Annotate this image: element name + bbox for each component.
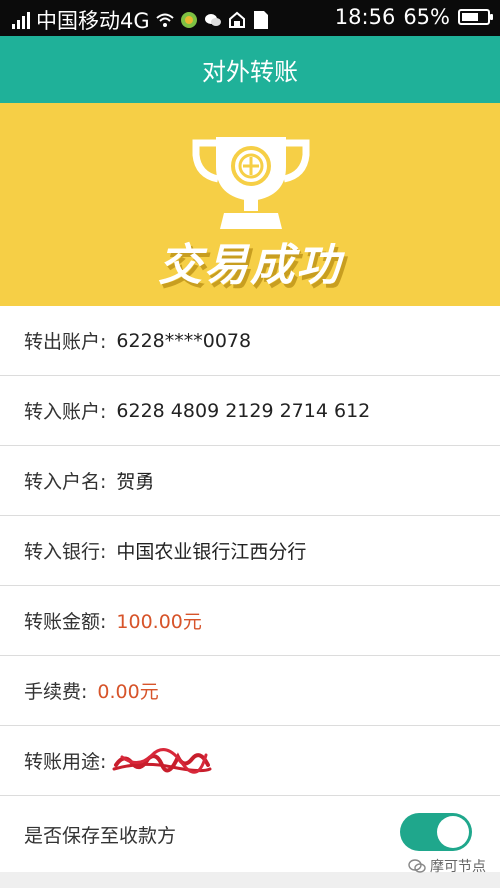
toggle-knob[interactable] (437, 816, 469, 848)
payee-bank-row: 转入银行: 中国农业银行江西分行 (0, 516, 500, 586)
from-account-row: 转出账户: 6228****0078 (0, 306, 500, 376)
fee-label: 手续费: (24, 681, 88, 703)
signal-icon (12, 11, 30, 29)
wechat-icon (204, 11, 222, 29)
wechat-watermark-icon (408, 859, 426, 873)
from-account-label: 转出账户: (24, 331, 107, 353)
save-payee-label: 是否保存至收款方 (24, 824, 177, 847)
sim-card-icon (252, 11, 270, 29)
payee-name-row: 转入户名: 贺勇 (0, 446, 500, 516)
payee-bank-label: 转入银行: (24, 541, 107, 563)
purpose-label: 转账用途: (24, 751, 107, 773)
to-account-row: 转入账户: 6228 4809 2129 2714 612 (0, 376, 500, 446)
trophy-icon (192, 137, 310, 229)
battery-icon (458, 9, 493, 25)
page-title: 对外转账 (202, 58, 298, 86)
save-payee-toggle[interactable] (400, 813, 472, 851)
title-bar: 对外转账 (0, 36, 500, 103)
carrier-text: 中国移动4G (36, 9, 150, 33)
payee-bank-value: 中国农业银行江西分行 (116, 541, 307, 563)
watermark-text: 摩可节点 (430, 859, 486, 875)
payee-name-value: 贺勇 (116, 471, 155, 493)
fee-row: 手续费: 0.00元 (0, 656, 500, 726)
app-notification-icon (180, 11, 198, 29)
purpose-row: 转账用途: (0, 726, 500, 796)
home-icon (228, 11, 246, 29)
amount-label: 转账金额: (24, 611, 107, 633)
watermark: 摩可节点 (408, 856, 486, 876)
transfer-details: 转出账户: 6228****0078 转入账户: 6228 4809 2129 … (0, 306, 500, 872)
to-account-label: 转入账户: (24, 401, 107, 423)
wifi-icon (155, 11, 174, 29)
clock-text: 18:56 (334, 5, 396, 29)
amount-row: 转账金额: 100.00元 (0, 586, 500, 656)
battery-percent-text: 65% (403, 5, 450, 29)
amount-value: 100.00元 (116, 611, 202, 633)
redacted-scribble (112, 747, 212, 774)
payee-name-label: 转入户名: (24, 471, 107, 493)
fee-value: 0.00元 (97, 681, 159, 703)
status-bar: 中国移动4G 18:56 65% (0, 0, 500, 36)
success-title: 交易成功 (158, 240, 342, 291)
success-banner: 交易成功 (0, 103, 500, 306)
from-account-value: 6228****0078 (116, 329, 252, 352)
to-account-value: 6228 4809 2129 2714 612 (116, 399, 371, 422)
